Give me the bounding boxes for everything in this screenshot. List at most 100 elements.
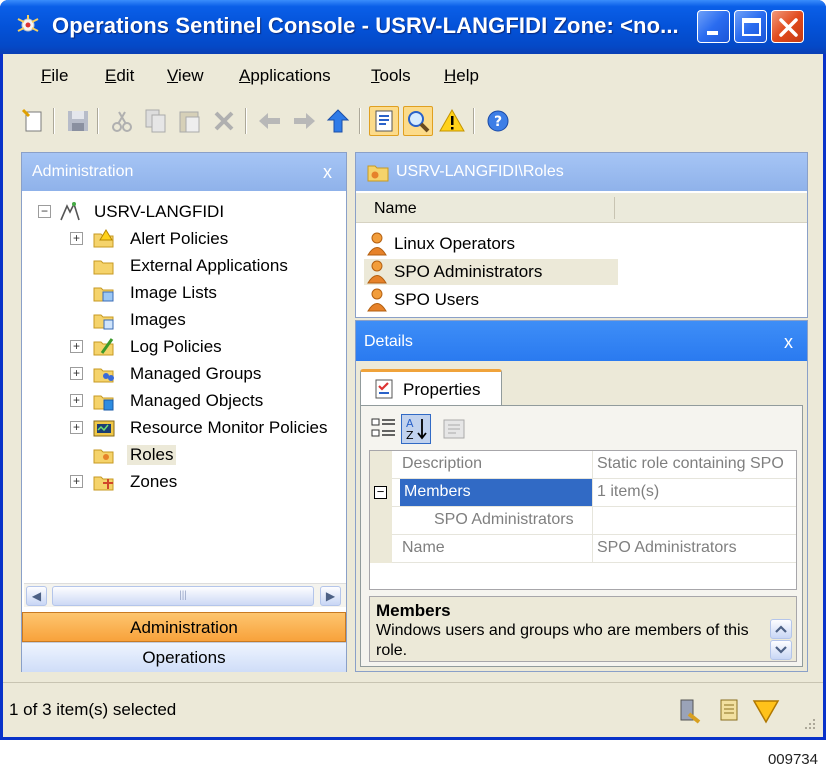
tree-expand-toggle[interactable]: +: [70, 367, 83, 380]
copy-button[interactable]: [141, 106, 171, 136]
property-row-name[interactable]: Name SPO Administrators: [370, 535, 796, 563]
tree-expand-toggle[interactable]: +: [70, 475, 83, 488]
tree-item-image-lists[interactable]: Image Lists: [70, 280, 340, 306]
filter-button[interactable]: [751, 696, 781, 726]
scroll-right-button[interactable]: ▶: [320, 586, 341, 606]
tree-expand-toggle[interactable]: +: [70, 340, 83, 353]
menu-view[interactable]: View: [167, 66, 204, 86]
tree-item-label: Log Policies: [130, 337, 222, 356]
alert-button[interactable]: [437, 106, 467, 136]
tab-properties[interactable]: Properties: [360, 369, 502, 407]
property-name: Description: [402, 455, 483, 472]
role-list-item[interactable]: Linux Operators: [364, 231, 618, 257]
tree-item-label: Roles: [127, 445, 177, 465]
status-bar: 1 of 3 item(s) selected: [3, 682, 823, 737]
tree-item-roles[interactable]: Roles: [70, 442, 340, 468]
forward-icon: [294, 113, 315, 129]
tree-expand-toggle[interactable]: +: [70, 232, 83, 245]
help-button[interactable]: ?: [483, 106, 513, 136]
details-pane: Details x Properties AZ Description Stat…: [355, 320, 808, 672]
roles-folder-icon: [367, 165, 389, 182]
tree-root-label: USRV-LANGFIDI: [94, 202, 225, 221]
delete-button[interactable]: [209, 106, 239, 136]
role-list-item[interactable]: SPO Administrators: [364, 259, 618, 285]
tree-root[interactable]: − USRV-LANGFIDI: [38, 199, 338, 225]
tree-expand-toggle[interactable]: +: [70, 421, 83, 434]
administration-pane: Administration x − USRV-LANGFIDI + Alert…: [21, 152, 347, 672]
tree-item-label: Images: [130, 310, 186, 329]
tree-item-label: Managed Groups: [130, 364, 262, 383]
close-icon: [779, 18, 798, 37]
scroll-thumb[interactable]: |||: [52, 586, 314, 606]
administration-pane-close-button[interactable]: x: [323, 162, 332, 183]
tab-properties-label: Properties: [403, 380, 481, 399]
scroll-left-button[interactable]: ◀: [26, 586, 47, 606]
managed-groups-icon: [93, 368, 114, 383]
role-list-item[interactable]: SPO Users: [364, 287, 618, 313]
tree-horizontal-scrollbar[interactable]: ◀ ||| ▶: [24, 583, 346, 607]
save-button[interactable]: [63, 106, 93, 136]
up-button[interactable]: [323, 106, 353, 136]
paste-button[interactable]: [175, 106, 205, 136]
cut-button[interactable]: [107, 106, 137, 136]
column-divider[interactable]: [614, 197, 615, 219]
svg-text:?: ?: [494, 114, 502, 130]
property-description-text: Windows users and groups who are members…: [376, 622, 749, 659]
tree-collapse-toggle[interactable]: −: [38, 205, 51, 218]
property-pages-button[interactable]: [439, 414, 469, 444]
description-scroll-up-button[interactable]: [770, 619, 792, 639]
filter-icon: [752, 700, 780, 724]
role-name: SPO Users: [394, 290, 480, 309]
tree-item-resource-monitor-policies[interactable]: + Resource Monitor Policies: [70, 415, 346, 441]
property-value[interactable]: Static role containing SPO: [592, 451, 796, 479]
tree-item-alert-policies[interactable]: + Alert Policies: [70, 226, 340, 252]
administration-nav-button[interactable]: Administration: [22, 612, 346, 642]
tree-expand-toggle[interactable]: +: [70, 394, 83, 407]
log-status-button[interactable]: [715, 696, 745, 726]
menu-edit[interactable]: Edit: [105, 66, 134, 86]
find-button[interactable]: [403, 106, 433, 136]
menu-tools[interactable]: Tools: [371, 66, 411, 86]
properties-button[interactable]: [369, 106, 399, 136]
role-name: Linux Operators: [394, 234, 515, 253]
property-value[interactable]: 1 item(s): [592, 479, 796, 507]
resize-grip-icon[interactable]: [801, 715, 817, 731]
up-icon: [326, 109, 350, 133]
property-row-member-child[interactable]: SPO Administrators: [370, 507, 796, 535]
description-scroll-down-button[interactable]: [770, 640, 792, 660]
details-pane-close-button[interactable]: x: [784, 332, 793, 353]
menu-file[interactable]: File: [41, 66, 68, 86]
collapse-members-toggle[interactable]: −: [374, 485, 387, 499]
property-row-description[interactable]: Description Static role containing SPO: [370, 451, 796, 479]
alphabetical-button[interactable]: AZ: [401, 414, 431, 444]
back-button[interactable]: [255, 106, 285, 136]
menu-help[interactable]: Help: [444, 66, 479, 86]
title-bar[interactable]: Operations Sentinel Console - USRV-LANGF…: [0, 0, 826, 54]
tree-item-zones[interactable]: + Zones: [70, 469, 340, 495]
maximize-button[interactable]: [734, 10, 767, 43]
menu-applications[interactable]: Applications: [239, 66, 331, 86]
alphabetical-sort-icon: AZ: [406, 417, 427, 442]
find-icon: [408, 111, 430, 133]
property-row-members[interactable]: − Members 1 item(s): [370, 479, 796, 507]
categorized-button[interactable]: [369, 414, 399, 444]
tree-item-external-applications[interactable]: External Applications: [70, 253, 340, 279]
tree-item-log-policies[interactable]: + Log Policies: [70, 334, 340, 360]
details-pane-title: Details: [364, 333, 413, 350]
forward-button[interactable]: [289, 106, 319, 136]
connection-status-button[interactable]: [675, 696, 705, 726]
new-button[interactable]: [19, 106, 49, 136]
tree-item-images[interactable]: Images: [70, 307, 340, 333]
tree-item-label: Alert Policies: [130, 229, 229, 248]
window-title: Operations Sentinel Console - USRV-LANGF…: [52, 13, 679, 38]
name-column-header[interactable]: Name: [356, 193, 807, 223]
close-button[interactable]: [771, 10, 804, 43]
minimize-button[interactable]: [697, 10, 730, 43]
property-value[interactable]: [592, 507, 796, 535]
folder-icon: [93, 260, 114, 275]
tree-item-managed-objects[interactable]: + Managed Objects: [70, 388, 340, 414]
tree-item-managed-groups[interactable]: + Managed Groups: [70, 361, 340, 387]
operations-nav-button[interactable]: Operations: [22, 642, 346, 672]
menu-view-label: View: [167, 66, 204, 85]
property-value[interactable]: SPO Administrators: [592, 535, 796, 563]
